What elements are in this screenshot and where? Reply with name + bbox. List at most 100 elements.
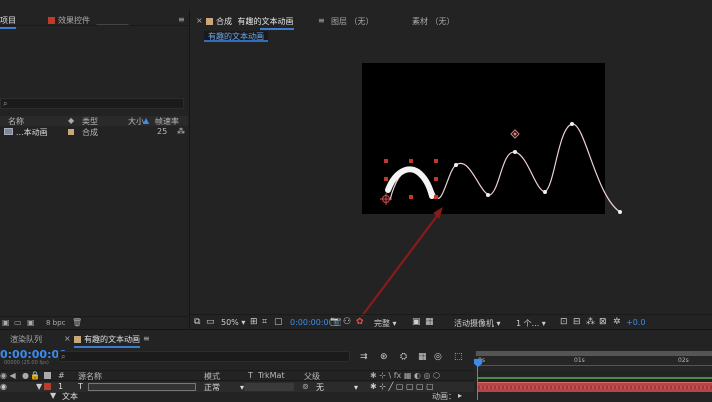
layer-label-swatch[interactable] <box>44 383 51 390</box>
label-icon: ◆ <box>68 116 75 125</box>
search-icon: ⌕ <box>3 99 8 108</box>
column-framerate[interactable]: 帧速率 <box>155 116 179 127</box>
frame-info: 00000 (25.00 fps) <box>4 360 49 366</box>
timeline-search-icon: ⌕ <box>61 352 66 361</box>
resolution-dropdown[interactable]: 完整 ▾ <box>374 318 397 329</box>
item-name: ...本动画 <box>16 128 48 137</box>
bounding-handle <box>409 159 413 163</box>
tab-timeline-comp[interactable]: 有趣的文本动画 <box>74 334 140 348</box>
tab-composition[interactable]: 合成 有趣的文本动画 <box>206 16 294 30</box>
column-name[interactable]: 名称 <box>8 116 24 127</box>
project-column-header: 名称 ◆ 类型 大小 ▲ 帧速率 <box>0 116 188 126</box>
shy-layers-icon[interactable]: ⛭ <box>400 352 407 362</box>
pickwhip-icon[interactable]: ⊚ <box>302 382 309 391</box>
transparency-grid-icon[interactable]: ▦ <box>425 317 434 327</box>
monitor-icon[interactable]: ▭ <box>206 317 215 327</box>
animate-add-icon[interactable]: ▸ <box>458 391 462 400</box>
tab-render-queue[interactable]: 渲染队列 <box>10 334 42 345</box>
trash-icon[interactable]: 🗑 <box>72 318 82 327</box>
green-track-line <box>478 377 712 379</box>
viewer-toolbar: ⧉ ▭ 50% ▾ ⊞ ⌗ ▢ 0:00:00:00 📷 ⚇ ✿ 完整 ▾ ▣ … <box>190 314 712 328</box>
keyframe-point <box>618 210 622 214</box>
bit-depth[interactable]: 8 bpc <box>46 319 65 327</box>
sort-arrow-icon: ▲ <box>143 116 150 125</box>
timeline-comp-swatch <box>74 336 81 343</box>
channel-icon[interactable]: ✿ <box>356 317 364 327</box>
project-search-input[interactable]: ⌕ <box>0 98 184 109</box>
comp-mini-flowchart-icon[interactable]: ⇉ <box>360 352 368 362</box>
current-time-display[interactable]: 0:00:00:00 <box>290 318 334 327</box>
frame-blending-icon[interactable]: ▦ <box>418 352 427 362</box>
work-area-bar[interactable] <box>476 351 712 356</box>
column-type[interactable]: 类型 <box>82 116 98 127</box>
camera-dropdown[interactable]: 活动摄像机 ▾ <box>454 318 501 329</box>
close-timeline-tab-icon[interactable]: × <box>64 334 71 343</box>
draft-3d-icon[interactable]: ⊛ <box>380 352 388 362</box>
safe-zones-icon[interactable]: ⊞ <box>250 317 258 327</box>
keyframe-point <box>513 150 517 154</box>
fast-preview-icon[interactable]: ⊟ <box>573 317 581 327</box>
keyframe-point <box>570 122 574 126</box>
views-dropdown[interactable]: 1 个... ▾ <box>516 318 546 329</box>
close-tab-icon[interactable]: × <box>196 16 203 25</box>
grid-icon[interactable]: ⌗ <box>262 317 267 327</box>
region-of-interest-icon[interactable]: ▣ <box>412 317 421 327</box>
tab-footage[interactable]: 素材 （无） <box>412 16 455 27</box>
layer-switches[interactable]: ✱ ⊹ ╱ ▢ ▢ ▢ ▢ <box>370 382 434 391</box>
motion-blur-icon[interactable]: ◎ <box>434 352 442 362</box>
ruler-baseline <box>476 365 712 366</box>
trkmat-dropdown[interactable] <box>244 383 294 391</box>
col-parent: 父级 <box>304 372 320 381</box>
comp-menu-icon[interactable]: ≡ <box>318 16 325 25</box>
toggle-pixel-aspect-icon[interactable]: ⊡ <box>560 317 568 327</box>
visibility-icon[interactable]: ◉ <box>0 382 7 391</box>
zoom-dropdown[interactable]: 50% ▾ <box>221 318 245 327</box>
exposure-value[interactable]: +0.0 <box>626 318 645 327</box>
panel-menu-icon[interactable]: ≡ <box>178 15 185 24</box>
flowchart-view-icon[interactable]: ⊠ <box>599 317 607 327</box>
animate-label[interactable]: 动画： <box>432 391 456 402</box>
composition-viewer[interactable] <box>190 50 712 320</box>
flowchart-icon[interactable]: ⁂ <box>177 127 185 136</box>
keyframe-point <box>454 163 458 167</box>
text-layer-icon: T <box>78 382 83 391</box>
layer-name-field[interactable] <box>88 383 196 391</box>
comp-color-swatch <box>48 17 55 24</box>
expand-layer-icon[interactable]: ▼ <box>36 382 42 391</box>
timeline-search-input[interactable]: ⌕ <box>58 351 350 362</box>
exposure-reset-icon[interactable]: ✲ <box>613 317 621 327</box>
timeline-menu-icon[interactable]: ≡ <box>143 334 150 343</box>
bounding-handle <box>409 195 413 199</box>
sublayer-label: 文本 <box>62 392 78 401</box>
bounding-handle <box>384 159 388 163</box>
project-item-row[interactable]: ...本动画 合成 25 ⁂ <box>0 127 188 137</box>
tab-layer[interactable]: 图层 （无） <box>331 16 374 27</box>
new-comp-icon[interactable]: ▣ <box>27 318 35 327</box>
snapshot-icon[interactable]: 📷 <box>330 317 341 327</box>
graph-editor-icon[interactable]: ⬚ <box>454 352 463 362</box>
always-preview-icon[interactable]: ⧉ <box>194 317 200 327</box>
column-size[interactable]: 大小 <box>128 116 144 127</box>
left-panel: 项目 效果控件 ________ ≡ ⌕ 名称 ◆ 类型 大小 ▲ 帧速率 ..… <box>0 0 188 330</box>
interpret-footage-icon[interactable]: ▣ <box>2 318 10 327</box>
tab-project[interactable]: 项目 <box>0 15 16 29</box>
timeline-icon[interactable]: ⁂ <box>586 317 595 327</box>
keyframe-track <box>478 386 712 389</box>
col-number: # <box>58 371 65 380</box>
expand-sublayer-icon[interactable]: ▼ <box>50 391 56 400</box>
keyframe-point <box>486 193 490 197</box>
sublayer-row[interactable]: ▼ 文本 动画： ▸ <box>0 391 474 402</box>
comp-breadcrumb[interactable]: 有趣的文本动画 <box>204 31 268 42</box>
switches-icons: ✱ ⊹ \ fx ▦ ◐ ◎ ⬡ <box>370 371 440 380</box>
new-folder-icon[interactable]: ▭ <box>14 318 22 327</box>
item-type: 合成 <box>82 128 98 137</box>
mask-visibility-icon[interactable]: ▢ <box>274 317 283 327</box>
time-ruler[interactable]: 0s 01s 02s <box>474 351 712 371</box>
tab-effect-controls[interactable]: 效果控件 ________ <box>48 15 129 26</box>
layer-number: 1 <box>58 382 64 391</box>
layer-duration-bar[interactable] <box>478 382 712 392</box>
show-snapshot-icon[interactable]: ⚇ <box>343 317 351 327</box>
ruler-tick-1: 01s <box>574 357 585 364</box>
ruler-tick-2: 02s <box>678 357 689 364</box>
col-source-name[interactable]: 源名称 <box>78 371 102 382</box>
